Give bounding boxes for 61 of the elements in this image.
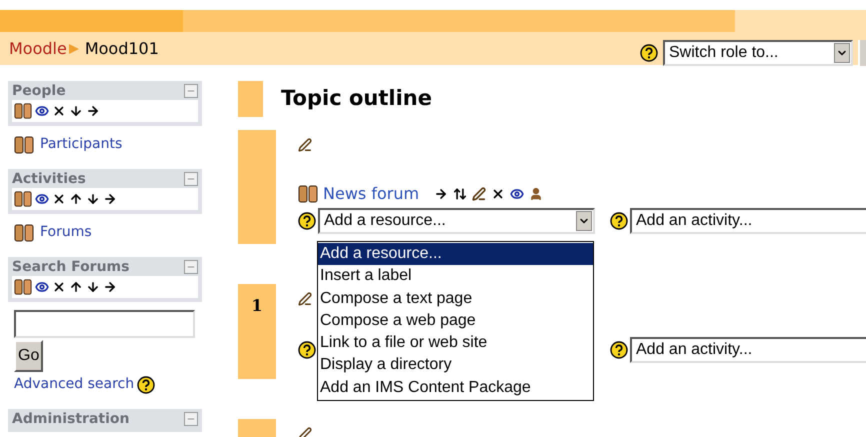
dropdown-option[interactable]: Display a directory (318, 354, 593, 377)
block-title: Administration (12, 410, 130, 428)
activity-select[interactable]: Add an activity... (630, 337, 866, 363)
breadcrumb-link[interactable]: Moodle (9, 36, 67, 60)
people-icon (14, 222, 34, 242)
eye-icon[interactable] (510, 187, 524, 201)
help-icon[interactable] (610, 341, 628, 359)
people-icon (14, 278, 32, 296)
title-bar (238, 81, 263, 117)
up-down-arrow-icon[interactable] (453, 187, 468, 201)
person-icon[interactable] (529, 187, 544, 201)
right-arrow-icon[interactable] (103, 280, 117, 294)
collapse-button[interactable] (184, 84, 198, 98)
people-icon (14, 190, 32, 208)
collapse-button[interactable] (184, 412, 198, 426)
page-title: Topic outline (281, 85, 432, 112)
delete-icon[interactable] (52, 192, 66, 206)
block-title: People (12, 82, 66, 100)
block-title: Search Forums (12, 258, 130, 276)
dropdown-option[interactable]: Link to a file or web site (318, 332, 593, 354)
dropdown-option[interactable]: Add an IMS Content Package (318, 376, 593, 400)
dropdown-option[interactable]: Compose a text page (318, 288, 593, 310)
collapse-button[interactable] (184, 172, 198, 186)
block-title: Activities (12, 170, 86, 188)
delete-icon[interactable] (52, 104, 66, 118)
collapse-button[interactable] (184, 260, 198, 274)
pencil-icon[interactable] (298, 138, 312, 152)
help-icon[interactable] (137, 376, 156, 394)
block-link[interactable]: Participants (40, 134, 122, 155)
activity-select[interactable]: Add an activity... (630, 208, 866, 234)
role-select[interactable]: Switch role to... (663, 40, 853, 66)
dropdown-option[interactable]: Insert a label (318, 265, 593, 288)
eye-icon[interactable] (35, 104, 49, 118)
eye-icon[interactable] (35, 280, 49, 294)
down-arrow-icon[interactable] (69, 104, 83, 118)
people-icon (298, 184, 318, 204)
pencil-icon[interactable] (298, 292, 312, 306)
help-icon[interactable] (298, 341, 316, 359)
delete-icon[interactable] (52, 280, 66, 294)
breadcrumb-arrow-icon (68, 42, 80, 54)
breadcrumb-current: Mood101 (84, 38, 159, 60)
search-field[interactable] (14, 310, 195, 338)
pencil-icon[interactable] (298, 427, 312, 437)
right-arrow-icon[interactable] (86, 104, 100, 118)
section-number: 1 (251, 295, 263, 317)
block-link[interactable]: Forums (40, 222, 92, 243)
pencil-icon[interactable] (472, 187, 486, 201)
go-button[interactable]: Go (14, 340, 44, 372)
eye-icon[interactable] (35, 192, 49, 206)
resource-select[interactable]: Add a resource... (318, 208, 595, 234)
people-icon (14, 102, 32, 120)
dropdown-option[interactable]: Add a resource... (318, 243, 593, 266)
down-arrow-icon[interactable] (86, 192, 100, 206)
advanced-search-link[interactable]: Advanced search (14, 374, 134, 395)
up-arrow-icon[interactable] (69, 192, 83, 206)
activity-link[interactable]: News forum (323, 182, 420, 206)
help-icon[interactable] (610, 212, 628, 230)
people-icon (14, 134, 34, 154)
dropdown-option[interactable]: Compose a web page (318, 310, 593, 332)
help-icon[interactable] (298, 212, 316, 230)
help-icon[interactable] (640, 44, 658, 62)
